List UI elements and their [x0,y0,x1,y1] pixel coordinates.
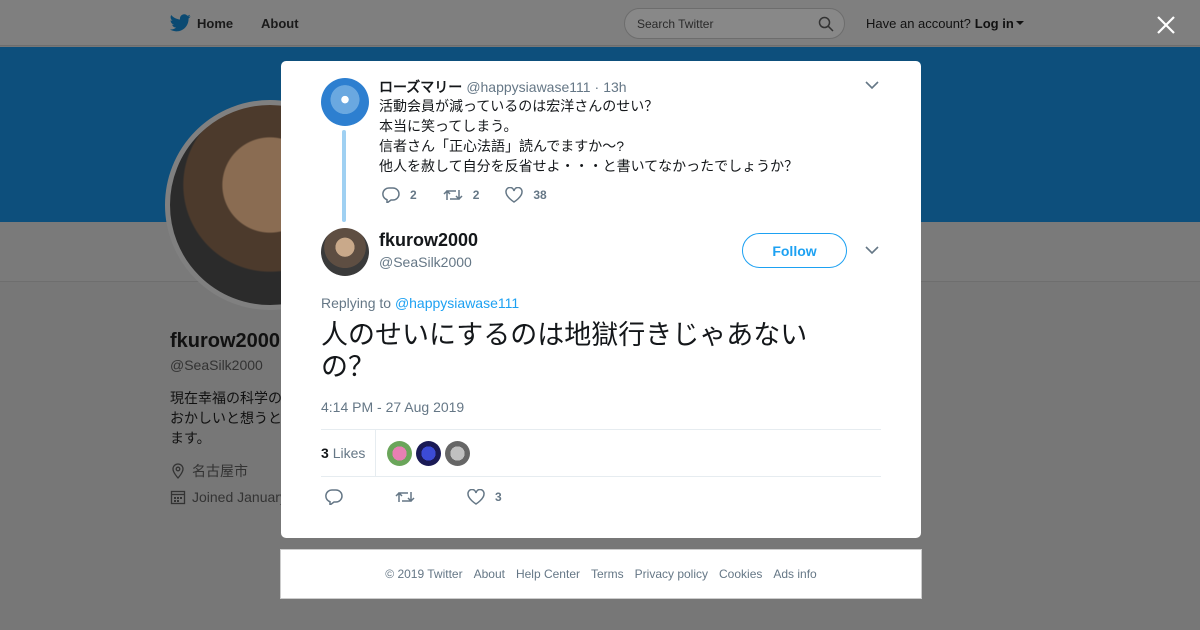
parent-tweet-time[interactable]: 13h [603,79,626,95]
retweet-icon [443,189,463,201]
profile-bio-line: ます。 [170,430,211,446]
likes-summary[interactable]: 3 Likes [321,445,365,461]
footer-privacy-link[interactable]: Privacy policy [635,567,708,581]
profile-handle: @SeaSilk2000 [170,357,263,373]
account-prompt: Have an account? [866,15,971,31]
parent-tweet-line: 他人を赦して自分を反省せよ・・・と書いてなかったでしょうか？ [379,158,799,174]
replying-to-link[interactable]: @happysiawase111 [395,295,519,311]
thread-connector [342,130,346,222]
search-input[interactable] [625,9,815,38]
retweet-button[interactable]: 2 [443,187,480,203]
tweet-timestamp[interactable]: 4:14 PM - 27 Aug 2019 [321,399,464,415]
parent-tweet-handle[interactable]: @happysiawase111 [466,79,590,95]
retweet-icon [395,491,415,503]
profile-bio-line: 現在幸福の科学の [170,390,282,406]
account-area: Have an account? Log in [866,0,1024,46]
tweet-text: 人のせいにするのは地獄行きじゃあないの？ [321,320,808,382]
parent-tweet-name[interactable]: ローズマリー [379,77,462,97]
tweet-author-handle[interactable]: @SeaSilk2000 [379,254,472,270]
retweet-button[interactable] [395,489,425,505]
nav-home[interactable]: Home [170,0,233,46]
tweet-author-avatar[interactable] [321,228,369,276]
footer-copyright: © 2019 Twitter [385,567,463,581]
footer-terms-link[interactable]: Terms [591,567,624,581]
nav-about[interactable]: About [261,0,299,46]
like-button[interactable]: 3 [467,489,502,505]
parent-tweet-actions: 2 2 38 [382,187,573,203]
heart-icon [467,489,485,505]
replying-to: Replying to @happysiawase111 [321,295,519,311]
top-nav: Home About Have an account? Log in [0,0,1200,46]
profile-bio-line: おかしいと想うと [170,410,282,426]
search-icon[interactable] [818,16,834,32]
footer-help-link[interactable]: Help Center [516,567,580,581]
like-count: 38 [533,188,547,202]
parent-tweet-line: 活動会員が減っているのは宏洋さんのせい？ [379,98,659,114]
chevron-down-icon[interactable] [865,80,879,90]
profile-bio: 現在幸福の科学の おかしいと想うと ます。 [170,388,285,448]
reply-icon [325,489,343,505]
tweet-modal: ローズマリー @happysiawase111 · 13h 活動会員が減っている… [281,61,921,538]
reply-count: 2 [410,188,417,202]
footer: © 2019 Twitter About Help Center Terms P… [280,549,922,599]
tweet-actions: 3 [325,489,544,505]
divider [375,430,376,476]
like-count: 3 [495,490,502,504]
parent-tweet-text: 活動会員が減っているのは宏洋さんのせい？ 本当に笑ってしまう。 信者さん「正心法… [379,96,798,176]
parent-tweet-line: 本当に笑ってしまう。 [379,118,518,134]
profile-joined: Joined January [170,489,281,505]
follow-button[interactable]: Follow [742,233,847,268]
reply-icon [382,187,400,203]
like-button[interactable]: 38 [505,187,547,203]
parent-tweet-avatar[interactable] [321,78,369,126]
close-icon[interactable] [1154,13,1178,37]
login-link[interactable]: Log in [975,16,1014,31]
profile-name: fkurow2000 [170,330,281,352]
chevron-down-icon[interactable] [865,245,879,255]
profile-location-text: 名古屋市 [192,463,248,479]
search-box [624,8,845,39]
likes-number: 3 [321,445,329,461]
replying-prefix: Replying to [321,295,392,311]
likes-label: Likes [332,445,366,461]
reply-button[interactable] [325,489,353,505]
nav-home-label: Home [197,15,234,31]
separator-dot: · [594,79,600,95]
footer-cookies-link[interactable]: Cookies [719,567,762,581]
profile-joined-text: Joined January [192,489,281,505]
chevron-down-icon[interactable] [1015,21,1024,25]
twitter-bird-icon [170,14,191,32]
liker-avatar[interactable] [387,441,412,466]
calendar-icon [170,490,186,505]
tweet-author-name[interactable]: fkurow2000 [379,230,478,251]
location-pin-icon [172,463,184,479]
reply-button[interactable]: 2 [382,187,417,203]
liker-avatar[interactable] [416,441,441,466]
footer-ads-link[interactable]: Ads info [773,567,816,581]
retweet-count: 2 [472,188,480,202]
liker-avatar[interactable] [445,441,470,466]
footer-about-link[interactable]: About [474,567,505,581]
profile-location: 名古屋市 [170,461,281,481]
parent-tweet-line: 信者さん「正心法語」読んでますか～? [379,138,625,154]
heart-icon [505,187,524,203]
likes-row: 3 Likes [321,429,881,477]
parent-tweet-header: ローズマリー @happysiawase111 · 13h [379,77,627,97]
